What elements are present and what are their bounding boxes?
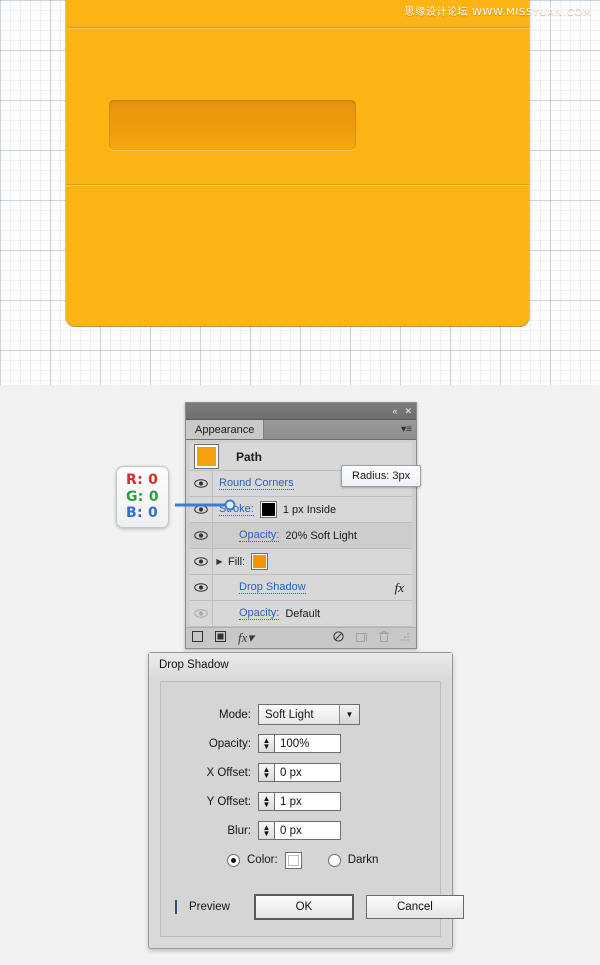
mode-value: Soft Light <box>265 708 314 721</box>
mode-select[interactable]: Soft Light ▼ <box>258 704 360 725</box>
field-blur: Blur: ▲ ▼ 0 px <box>161 816 440 845</box>
darkness-radio[interactable] <box>327 853 341 867</box>
appearance-row-drop-shadow[interactable]: Drop Shadow fx <box>190 575 412 601</box>
shape-band-highlight-bottom <box>66 185 529 186</box>
visibility-eye-icon[interactable] <box>190 549 213 574</box>
resize-grip-icon[interactable] <box>401 632 410 644</box>
cancel-button[interactable]: Cancel <box>365 895 464 919</box>
stepper-arrows-icon[interactable]: ▲ ▼ <box>258 792 274 811</box>
dialog-button-row: Preview OK Cancel <box>175 894 464 920</box>
shadow-color-mode-row: Color: Darkn <box>161 845 440 875</box>
duplicate-item-icon[interactable] <box>356 631 367 645</box>
field-y-offset: Y Offset: ▲ ▼ 1 px <box>161 787 440 816</box>
collapse-icon[interactable]: « <box>392 406 397 416</box>
path-thumbnail-icon <box>194 444 219 469</box>
blur-value[interactable]: 0 px <box>274 821 341 840</box>
panel-tabbar: Appearance ▾≡ <box>186 420 416 440</box>
blur-label: Blur: <box>227 824 251 837</box>
appearance-row-base-opacity[interactable]: Opacity: Default <box>190 601 412 627</box>
add-effect-icon[interactable]: fx▾ <box>238 630 254 646</box>
dialog-content: Mode: Soft Light ▼ Opacity: ▲ ▼ 100% X Of… <box>160 681 464 937</box>
new-fill-icon[interactable] <box>192 631 203 645</box>
new-stroke-icon[interactable] <box>215 631 226 645</box>
opacity-label: Opacity: <box>208 737 251 750</box>
stepper-arrows-icon[interactable]: ▲ ▼ <box>258 734 274 753</box>
panel-titlebar: « ✕ <box>186 403 416 420</box>
stroke-rgb-callout: R: 0 G: 0 B: 0 <box>116 466 169 528</box>
inner-slot-rectangle[interactable] <box>109 100 356 150</box>
fill-color-swatch[interactable] <box>251 553 269 570</box>
y-offset-value[interactable]: 1 px <box>274 792 341 811</box>
stroke-weight-label: 1 px Inside <box>282 503 337 516</box>
visibility-eye-icon-disabled[interactable] <box>190 601 213 626</box>
color-radio[interactable] <box>227 853 240 867</box>
blur-stepper[interactable]: ▲ ▼ 0 px <box>258 821 341 840</box>
appearance-panel: « ✕ Appearance ▾≡ Path Round Corners Str… <box>185 402 417 649</box>
shadow-color-swatch[interactable] <box>284 851 302 869</box>
panel-menu-icon[interactable]: ▾≡ <box>397 420 416 439</box>
base-opacity-link[interactable]: Opacity: <box>239 607 280 620</box>
x-offset-stepper[interactable]: ▲ ▼ 0 px <box>258 763 341 782</box>
round-corners-link[interactable]: Round Corners <box>219 477 294 490</box>
opacity-value[interactable]: 100% <box>274 734 341 753</box>
stroke-rgb-b: B: 0 <box>126 505 159 522</box>
stepper-arrows-icon[interactable]: ▲ ▼ <box>258 821 274 840</box>
visibility-eye-icon[interactable] <box>190 523 213 548</box>
stroke-color-swatch[interactable] <box>259 501 277 518</box>
artboard: 思缘设计论坛 WWW.MISSYUAN.COM <box>0 0 600 385</box>
delete-item-icon[interactable] <box>379 631 389 645</box>
disclosure-triangle-icon[interactable]: ▶ <box>213 557 226 566</box>
stroke-opacity-value: 20% Soft Light <box>285 529 357 542</box>
visibility-eye-icon[interactable] <box>190 471 213 496</box>
drop-shadow-dialog: Drop Shadow Mode: Soft Light ▼ Opacity: … <box>148 652 464 949</box>
stroke-rgb-r: R: 0 <box>126 472 159 488</box>
stroke-opacity-link[interactable]: Opacity: <box>239 529 280 542</box>
preview-checkbox[interactable] <box>175 900 177 914</box>
y-offset-label: Y Offset: <box>206 795 251 808</box>
radius-tooltip: Radius: 3px <box>341 465 422 487</box>
callout-connector-line <box>175 499 236 511</box>
x-offset-label: X Offset: <box>206 766 251 779</box>
base-opacity-value: Default <box>285 607 321 620</box>
darkness-radio-label: Darkn <box>347 854 379 866</box>
fx-icon[interactable]: fx <box>395 580 412 596</box>
tab-appearance[interactable]: Appearance <box>186 420 265 439</box>
x-offset-value[interactable]: 0 px <box>274 763 341 782</box>
fill-label: Fill: <box>228 555 246 568</box>
field-mode: Mode: Soft Light ▼ <box>161 700 440 729</box>
chevron-down-icon[interactable]: ▼ <box>339 705 359 724</box>
ok-button[interactable]: OK <box>253 894 354 920</box>
drop-shadow-link[interactable]: Drop Shadow <box>239 581 306 594</box>
stepper-arrows-icon[interactable]: ▲ ▼ <box>258 763 274 782</box>
field-opacity: Opacity: ▲ ▼ 100% <box>161 729 440 758</box>
appearance-row-fill[interactable]: ▶ Fill: <box>190 549 412 575</box>
appearance-row-stroke-opacity[interactable]: Opacity: 20% Soft Light <box>190 523 412 549</box>
field-x-offset: X Offset: ▲ ▼ 0 px <box>161 758 440 787</box>
watermark-text: 思缘设计论坛 WWW.MISSYUAN.COM <box>404 7 592 18</box>
path-label: Path <box>236 449 263 464</box>
stroke-rgb-g: G: 0 <box>126 488 159 505</box>
clear-appearance-icon[interactable] <box>333 631 344 645</box>
y-offset-stepper[interactable]: ▲ ▼ 1 px <box>258 792 341 811</box>
panel-footer-toolbar: fx▾ <box>186 627 416 648</box>
orange-folder-shape[interactable] <box>66 0 529 326</box>
dialog-title: Drop Shadow <box>149 653 452 677</box>
preview-label: Preview <box>189 901 230 913</box>
tabbar-empty <box>264 420 397 439</box>
close-icon[interactable]: ✕ <box>404 406 412 416</box>
mode-label: Mode: <box>219 708 251 721</box>
visibility-eye-icon[interactable] <box>190 575 213 600</box>
shape-band-highlight-top <box>66 28 529 29</box>
opacity-stepper[interactable]: ▲ ▼ 100% <box>258 734 341 753</box>
color-radio-label: Color: <box>247 854 278 866</box>
